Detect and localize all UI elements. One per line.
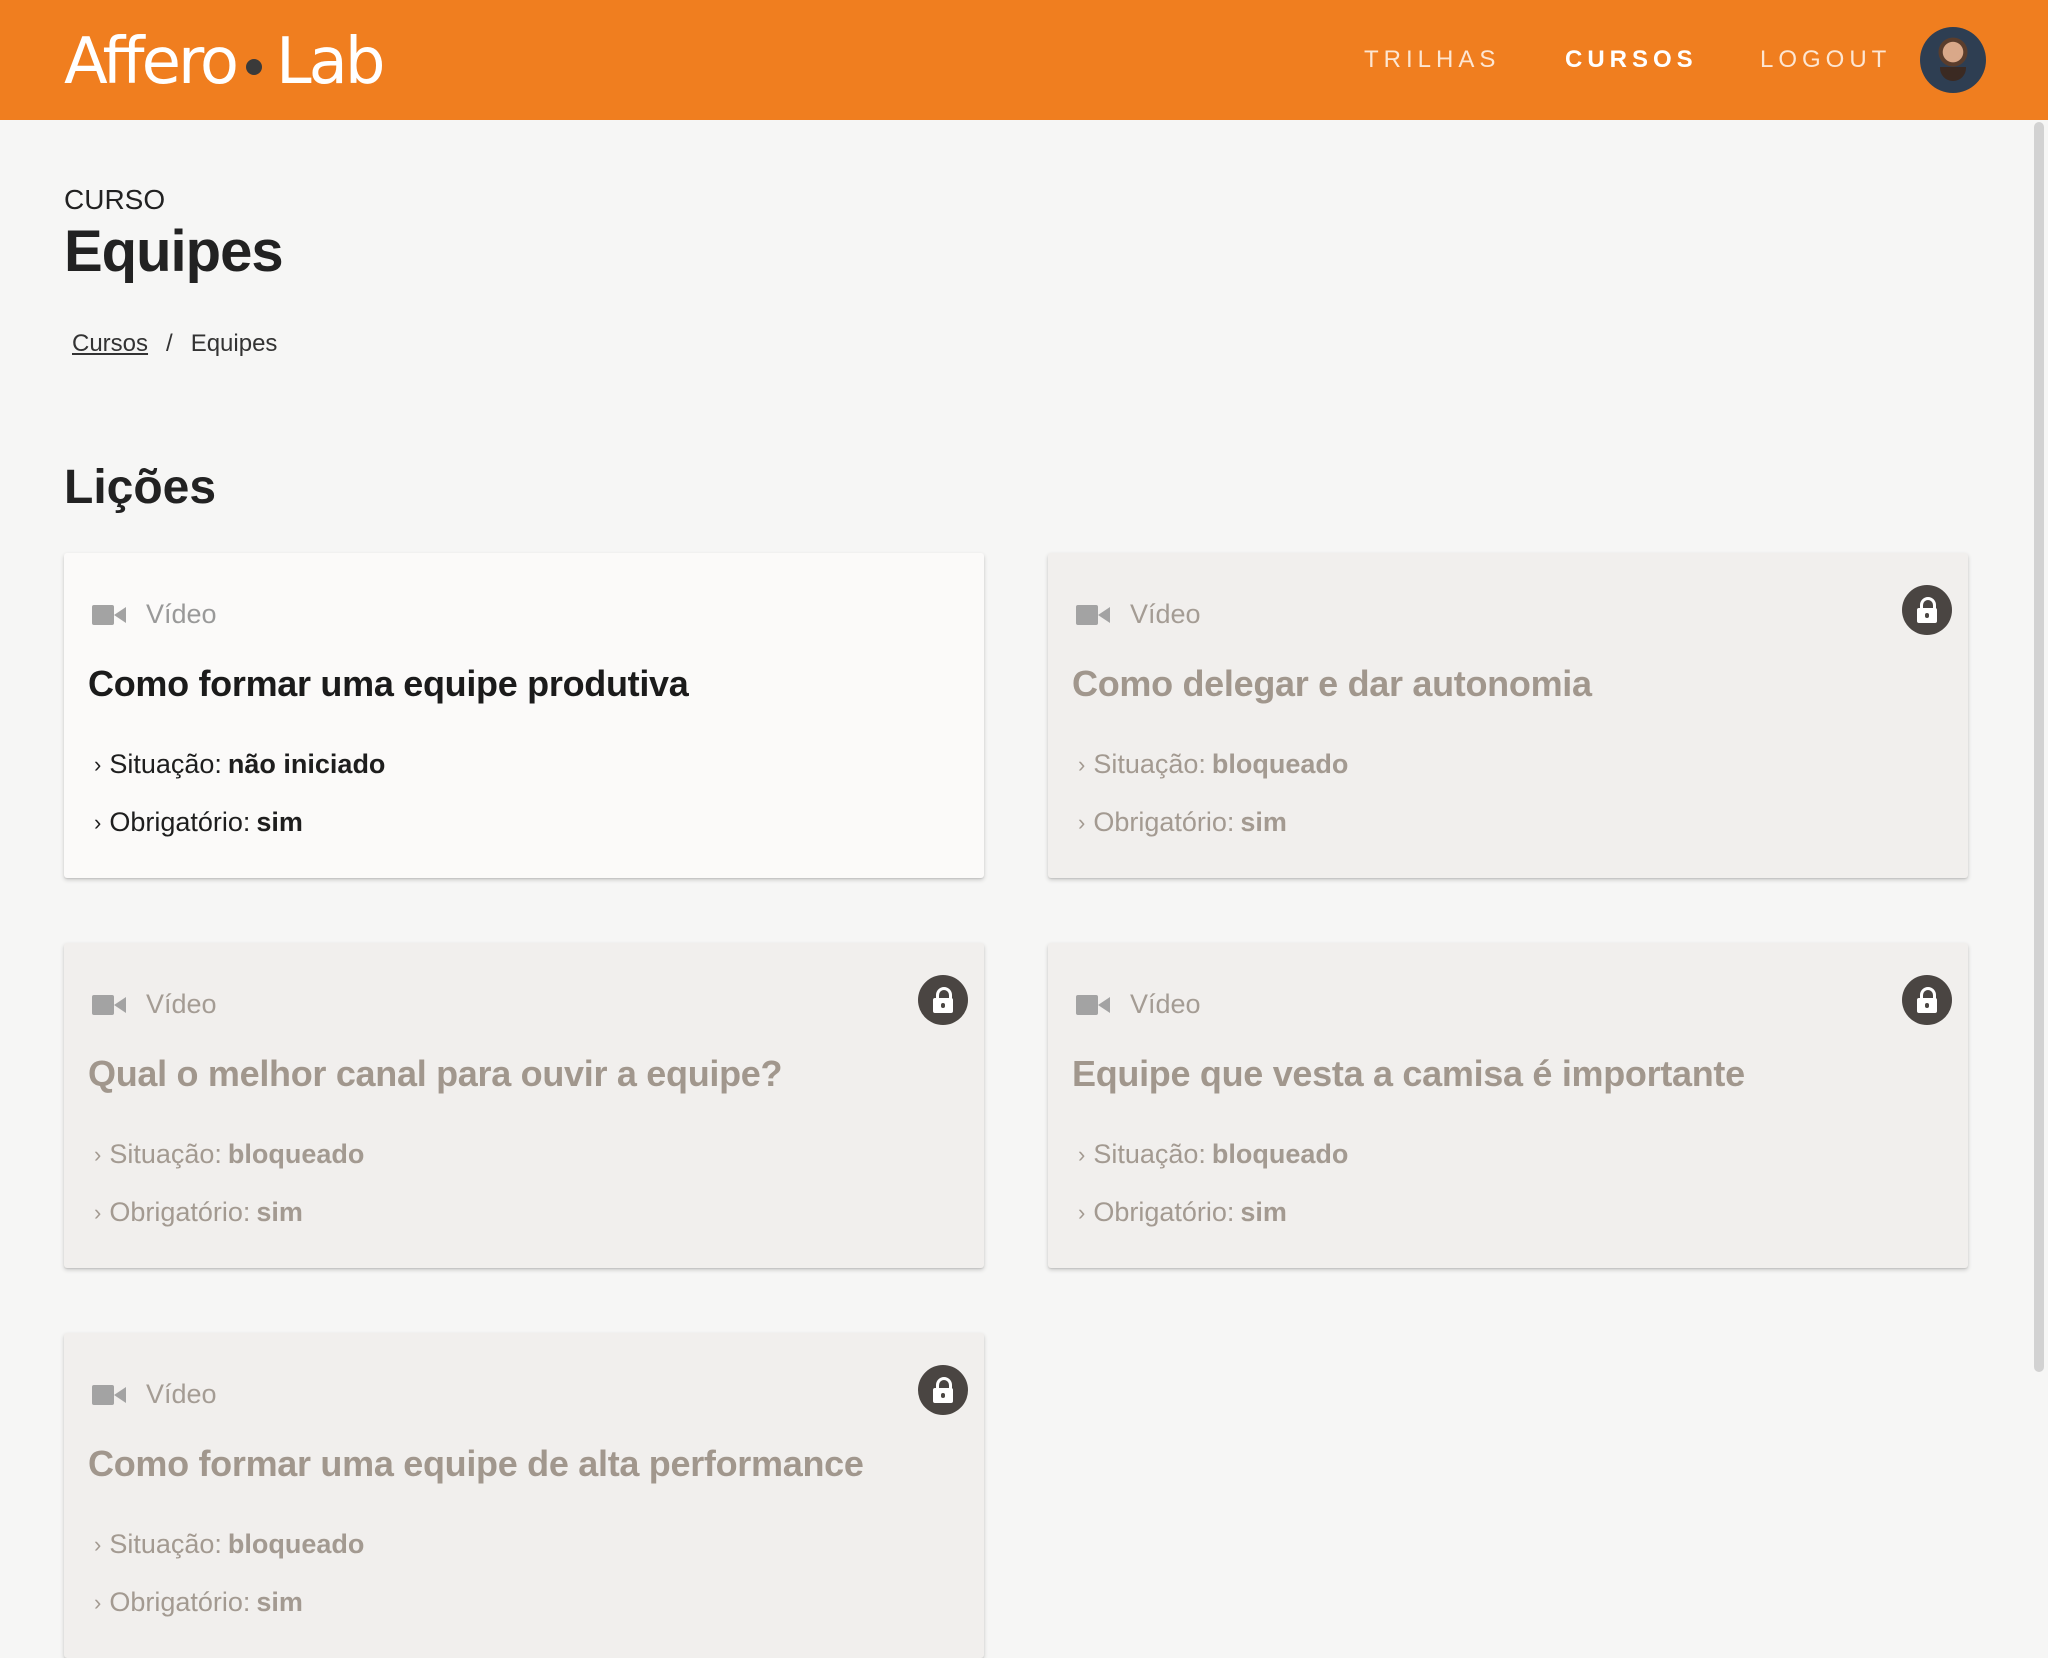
status-value: bloqueado: [227, 1139, 365, 1169]
breadcrumb: Cursos / Equipes: [72, 330, 277, 358]
lock-icon: [1902, 585, 1952, 635]
video-camera-icon: [92, 604, 126, 626]
lesson-status: › Situação: bloqueado: [1078, 749, 1348, 780]
status-label: Situação:: [1093, 749, 1206, 779]
lesson-title: Qual o melhor canal para ouvir a equipe?: [88, 1053, 783, 1094]
page-kicker: CURSO: [64, 184, 166, 215]
lesson-type: Vídeo: [92, 989, 217, 1020]
video-camera-icon: [92, 994, 126, 1016]
status-value: não iniciado: [227, 749, 386, 779]
lesson-status: › Situação: bloqueado: [94, 1139, 364, 1170]
status-label: Situação:: [109, 1139, 222, 1169]
required-label: Obrigatório:: [109, 1197, 251, 1227]
affero-lab-logo[interactable]: Affero Lab: [64, 25, 385, 99]
lesson-status: › Situação: bloqueado: [1078, 1139, 1348, 1170]
lesson-required: › Obrigatório: sim: [94, 807, 303, 838]
lock-icon: [918, 1365, 968, 1415]
user-avatar[interactable]: [1920, 27, 1986, 93]
lesson-required: › Obrigatório: sim: [94, 1197, 303, 1228]
lesson-required: › Obrigatório: sim: [1078, 1197, 1287, 1228]
logo-text-lab: Lab: [276, 25, 385, 99]
chevron-right-icon: ›: [1078, 1141, 1086, 1167]
status-label: Situação:: [109, 749, 222, 779]
lesson-card[interactable]: Vídeo Como delegar e dar autonomia › Sit…: [1048, 553, 1968, 878]
required-value: sim: [256, 1587, 303, 1617]
status-value: bloqueado: [227, 1529, 365, 1559]
breadcrumb-link-cursos[interactable]: Cursos: [72, 330, 148, 358]
lock-icon: [1902, 975, 1952, 1025]
lesson-type: Vídeo: [1076, 599, 1201, 630]
chevron-right-icon: ›: [1078, 751, 1086, 777]
nav-cursos[interactable]: CURSOS: [1565, 46, 1698, 74]
top-navigation-bar: Affero Lab TRILHAS CURSOS LOGOUT: [0, 0, 2048, 120]
breadcrumb-current: Equipes: [190, 330, 278, 357]
chevron-right-icon: ›: [94, 751, 102, 777]
nav-logout[interactable]: LOGOUT: [1760, 46, 1891, 74]
lesson-card[interactable]: Vídeo Como formar uma equipe de alta per…: [64, 1333, 984, 1658]
lesson-type: Vídeo: [92, 599, 217, 630]
status-value: bloqueado: [1211, 749, 1349, 779]
chevron-right-icon: ›: [94, 1199, 102, 1225]
chevron-right-icon: ›: [1078, 1199, 1086, 1225]
lesson-type: Vídeo: [1076, 989, 1201, 1020]
required-label: Obrigatório:: [109, 807, 251, 837]
required-label: Obrigatório:: [1093, 807, 1235, 837]
status-label: Situação:: [109, 1529, 222, 1559]
page-title: Equipes: [64, 219, 284, 284]
lesson-type-label: Vídeo: [1130, 599, 1201, 629]
lesson-card[interactable]: Vídeo Equipe que vesta a camisa é import…: [1048, 943, 1968, 1268]
required-label: Obrigatório:: [109, 1587, 251, 1617]
breadcrumb-separator: /: [166, 330, 173, 357]
required-value: sim: [1240, 807, 1287, 837]
lock-icon: [918, 975, 968, 1025]
video-camera-icon: [1076, 604, 1110, 626]
chevron-right-icon: ›: [94, 1531, 102, 1557]
video-camera-icon: [92, 1384, 126, 1406]
chevron-right-icon: ›: [94, 1141, 102, 1167]
nav-trilhas[interactable]: TRILHAS: [1364, 46, 1500, 74]
lesson-type-label: Vídeo: [146, 1379, 217, 1409]
chevron-right-icon: ›: [94, 809, 102, 835]
lesson-card[interactable]: Vídeo Como formar uma equipe produtiva ›…: [64, 553, 984, 878]
chevron-right-icon: ›: [94, 1589, 102, 1615]
logo-dot: [246, 59, 262, 75]
lesson-title: Como formar uma equipe de alta performan…: [88, 1443, 864, 1484]
lesson-type-label: Vídeo: [1130, 989, 1201, 1019]
page-scrollbar[interactable]: [2034, 122, 2044, 1372]
chevron-right-icon: ›: [1078, 809, 1086, 835]
required-value: sim: [256, 807, 303, 837]
lesson-title: Como delegar e dar autonomia: [1072, 663, 1592, 704]
lesson-type-label: Vídeo: [146, 989, 217, 1019]
lesson-required: › Obrigatório: sim: [94, 1587, 303, 1618]
required-label: Obrigatório:: [1093, 1197, 1235, 1227]
lesson-type: Vídeo: [92, 1379, 217, 1410]
video-camera-icon: [1076, 994, 1110, 1016]
lesson-card[interactable]: Vídeo Qual o melhor canal para ouvir a e…: [64, 943, 984, 1268]
lessons-section-title: Lições: [64, 461, 217, 514]
lesson-required: › Obrigatório: sim: [1078, 807, 1287, 838]
status-value: bloqueado: [1211, 1139, 1349, 1169]
required-value: sim: [1240, 1197, 1287, 1227]
lesson-type-label: Vídeo: [146, 599, 217, 629]
status-label: Situação:: [1093, 1139, 1206, 1169]
logo-text-affero: Affero: [64, 25, 239, 99]
lesson-title: Equipe que vesta a camisa é importante: [1072, 1053, 1745, 1094]
lesson-status: › Situação: bloqueado: [94, 1529, 364, 1560]
lesson-status: › Situação: não iniciado: [94, 749, 385, 780]
required-value: sim: [256, 1197, 303, 1227]
lesson-title: Como formar uma equipe produtiva: [88, 663, 689, 704]
